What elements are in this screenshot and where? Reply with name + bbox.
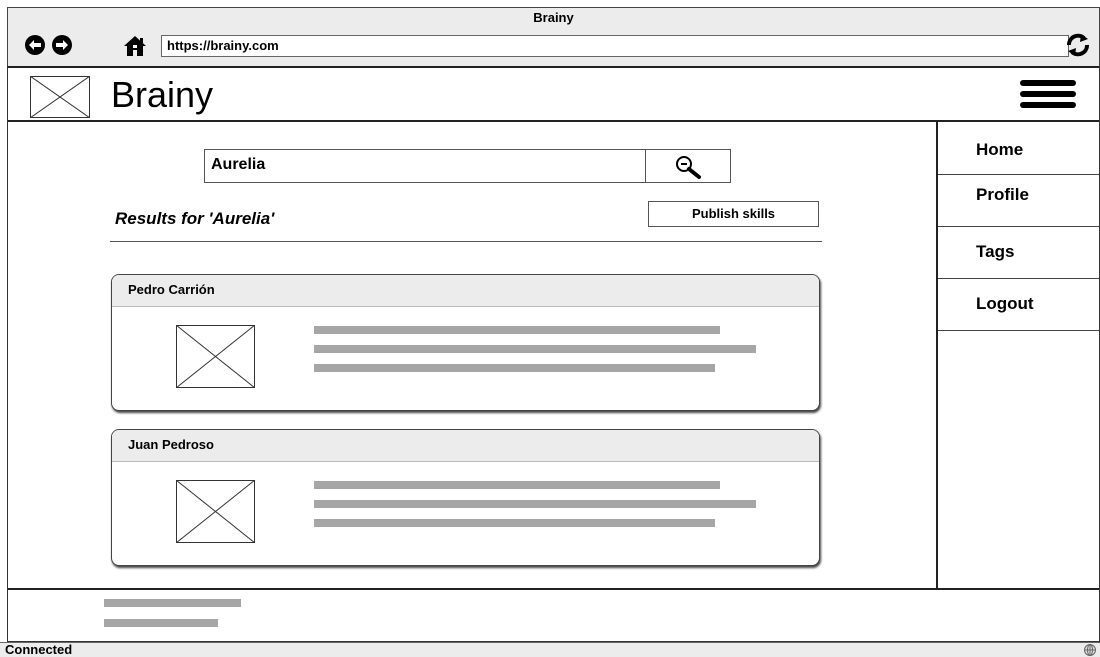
back-icon[interactable] — [25, 35, 45, 55]
text-placeholder-line — [314, 519, 715, 527]
brand-title: Brainy — [111, 74, 214, 115]
status-text: Connected — [5, 642, 73, 657]
main-content: Aurelia Results for 'Aurelia' Publish sk… — [8, 122, 936, 588]
sidebar-item-tags[interactable]: Tags — [938, 227, 1099, 279]
results-title: Results for 'Aurelia' — [115, 209, 275, 228]
window-title: Brainy — [533, 10, 574, 25]
browser-chrome: Brainy https://brainy.com — [7, 7, 1100, 66]
footer-placeholder-line — [104, 599, 241, 607]
publish-skills-button[interactable]: Publish skills — [648, 201, 819, 227]
image-placeholder-icon — [176, 480, 255, 543]
sidebar-item-home[interactable]: Home — [938, 122, 1099, 175]
globe-icon — [1084, 644, 1096, 656]
divider — [110, 241, 822, 242]
logo-placeholder-icon — [30, 76, 90, 118]
sidebar-item-logout[interactable]: Logout — [938, 279, 1099, 331]
forward-icon[interactable] — [52, 35, 72, 55]
search-button[interactable] — [645, 149, 731, 183]
hamburger-menu-icon[interactable] — [1020, 80, 1076, 110]
search-input[interactable]: Aurelia — [204, 149, 646, 183]
result-card-name: Pedro Carrión — [112, 275, 819, 307]
image-placeholder-icon — [176, 325, 255, 388]
result-card-name: Juan Pedroso — [112, 430, 819, 462]
header: Brainy — [8, 68, 1099, 122]
footer — [8, 588, 1099, 642]
home-icon[interactable] — [123, 35, 147, 57]
reload-icon[interactable] — [1064, 31, 1092, 59]
result-card[interactable]: Pedro Carrión — [111, 274, 820, 411]
footer-placeholder-line — [104, 619, 218, 627]
sidebar-menu: Home Profile Tags Logout — [936, 122, 1099, 588]
text-placeholder-line — [314, 500, 756, 508]
text-placeholder-line — [314, 326, 720, 334]
sidebar-item-profile[interactable]: Profile — [938, 175, 1099, 227]
magnifier-icon — [676, 156, 701, 179]
result-card[interactable]: Juan Pedroso — [111, 429, 820, 566]
text-placeholder-line — [314, 481, 720, 489]
status-bar: Connected — [0, 642, 1100, 657]
url-bar[interactable]: https://brainy.com — [161, 35, 1069, 57]
text-placeholder-line — [314, 364, 715, 372]
text-placeholder-line — [314, 345, 756, 353]
page: Brainy Aurelia Results for 'Aurelia' Pub… — [7, 66, 1100, 642]
